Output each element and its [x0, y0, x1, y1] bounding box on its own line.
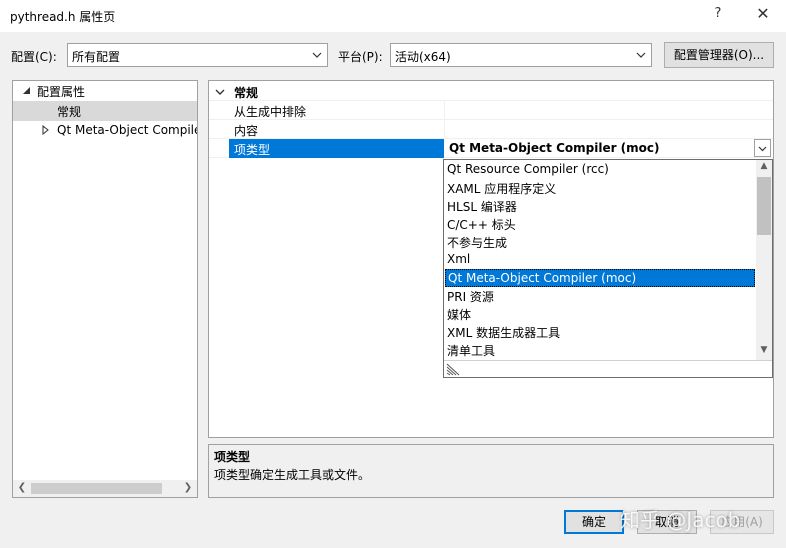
- grid-category-general[interactable]: 常规: [209, 82, 773, 101]
- scrollbar-thumb[interactable]: [757, 177, 771, 235]
- column-divider: [444, 101, 445, 120]
- dropdown-option[interactable]: 不参与生成: [445, 233, 755, 251]
- tree-item-label: 配置属性: [37, 85, 86, 99]
- grid-row-name: 项类型: [234, 143, 271, 157]
- config-select-value: 所有配置: [72, 50, 121, 64]
- grid-row-name: 内容: [234, 124, 259, 138]
- item-type-value[interactable]: Qt Meta-Object Compiler (moc): [449, 141, 660, 155]
- dropdown-option-label: 媒体: [447, 308, 472, 322]
- dropdown-option-label: C/C++ 标头: [447, 218, 516, 232]
- chevron-down-icon: [312, 52, 322, 58]
- dropdown-option[interactable]: XML 数据生成器工具: [445, 323, 755, 341]
- dropdown-option-label: Qt Resource Compiler (rcc): [447, 162, 609, 176]
- watermark: 知乎 @Jacob: [620, 508, 741, 532]
- item-type-dropdown-button[interactable]: [754, 139, 771, 157]
- tree-item-label: 常规: [57, 105, 82, 119]
- dropdown-option[interactable]: Xml: [445, 251, 755, 269]
- scroll-up-icon[interactable]: ▲: [756, 161, 772, 175]
- column-divider: [444, 120, 445, 139]
- scroll-left-icon[interactable]: ❮: [16, 482, 28, 494]
- config-select[interactable]: 所有配置: [67, 43, 328, 67]
- dropdown-option[interactable]: XAML 应用程序定义: [445, 179, 755, 197]
- dropdown-option[interactable]: PRI 资源: [445, 287, 755, 305]
- dropdown-vertical-scrollbar[interactable]: ▲ ▼: [756, 160, 772, 360]
- description-text: 项类型确定生成工具或文件。: [214, 468, 371, 482]
- collapsed-triangle-icon[interactable]: [41, 125, 51, 135]
- help-button[interactable]: ?: [708, 6, 728, 21]
- dropdown-option-label: Xml: [447, 252, 471, 266]
- description-panel: 项类型 项类型确定生成工具或文件。: [208, 444, 774, 498]
- dropdown-option-label: 不参与生成: [447, 236, 508, 250]
- dropdown-option-selected[interactable]: Qt Meta-Object Compiler (moc): [445, 269, 755, 287]
- platform-select-value: 活动(x64): [395, 50, 451, 64]
- dropdown-option[interactable]: 媒体: [445, 305, 755, 323]
- scrollbar-thumb[interactable]: [31, 483, 162, 494]
- grid-row-name: 从生成中排除: [234, 105, 307, 119]
- expanded-triangle-icon[interactable]: [21, 85, 31, 95]
- scroll-down-icon[interactable]: ▼: [756, 345, 772, 359]
- dropdown-option-label: XAML 应用程序定义: [447, 182, 557, 196]
- grid-category-label: 常规: [234, 86, 259, 100]
- resize-grip[interactable]: [444, 360, 772, 377]
- dropdown-option[interactable]: Qt Resource Compiler (rcc): [445, 161, 755, 179]
- dropdown-option-label: 清单工具: [447, 344, 496, 358]
- grid-row-item-type[interactable]: 项类型 Qt Meta-Object Compiler (moc): [209, 139, 773, 158]
- tree-item-config-properties[interactable]: 配置属性: [13, 81, 197, 101]
- collapse-chevron-icon[interactable]: [215, 87, 225, 97]
- dropdown-option[interactable]: C/C++ 标头: [445, 215, 755, 233]
- dropdown-option-label: PRI 资源: [447, 290, 494, 304]
- close-button[interactable]: ✕: [752, 4, 774, 23]
- scroll-right-icon[interactable]: ❯: [182, 482, 194, 494]
- resize-grip-icon[interactable]: [446, 363, 460, 376]
- dropdown-option[interactable]: 清单工具: [445, 341, 755, 359]
- description-title: 项类型: [214, 450, 251, 464]
- tree-horizontal-scrollbar[interactable]: ❮ ❯: [13, 480, 197, 497]
- property-tree: 配置属性 常规 Qt Meta-Object Compiler ❮ ❯: [12, 80, 198, 498]
- config-manager-button[interactable]: 配置管理器(O)...: [664, 42, 774, 68]
- grid-row-content[interactable]: 内容: [209, 120, 773, 139]
- tree-item-qt-moc[interactable]: Qt Meta-Object Compiler: [13, 121, 197, 141]
- tree-item-label: Qt Meta-Object Compiler: [57, 123, 198, 137]
- chevron-down-icon: [758, 146, 767, 152]
- dropdown-option[interactable]: HLSL 编译器: [445, 197, 755, 215]
- config-label: 配置(C):: [11, 50, 57, 64]
- ok-button[interactable]: 确定: [564, 510, 624, 534]
- platform-label: 平台(P):: [338, 50, 383, 64]
- dropdown-option-label: XML 数据生成器工具: [447, 326, 561, 340]
- grid-row-exclude-from-build[interactable]: 从生成中排除: [209, 101, 773, 120]
- tree-item-general[interactable]: 常规: [13, 101, 197, 121]
- dropdown-option-label: Qt Meta-Object Compiler (moc): [448, 271, 637, 285]
- dropdown-option-label: HLSL 编译器: [447, 200, 517, 214]
- title-bar: pythread.h 属性页 ? ✕: [0, 0, 786, 32]
- chevron-down-icon: [636, 52, 646, 58]
- item-type-dropdown-list[interactable]: Qt Resource Compiler (rcc) XAML 应用程序定义 H…: [443, 159, 773, 378]
- window-title: pythread.h 属性页: [10, 10, 116, 24]
- platform-select[interactable]: 活动(x64): [390, 43, 652, 67]
